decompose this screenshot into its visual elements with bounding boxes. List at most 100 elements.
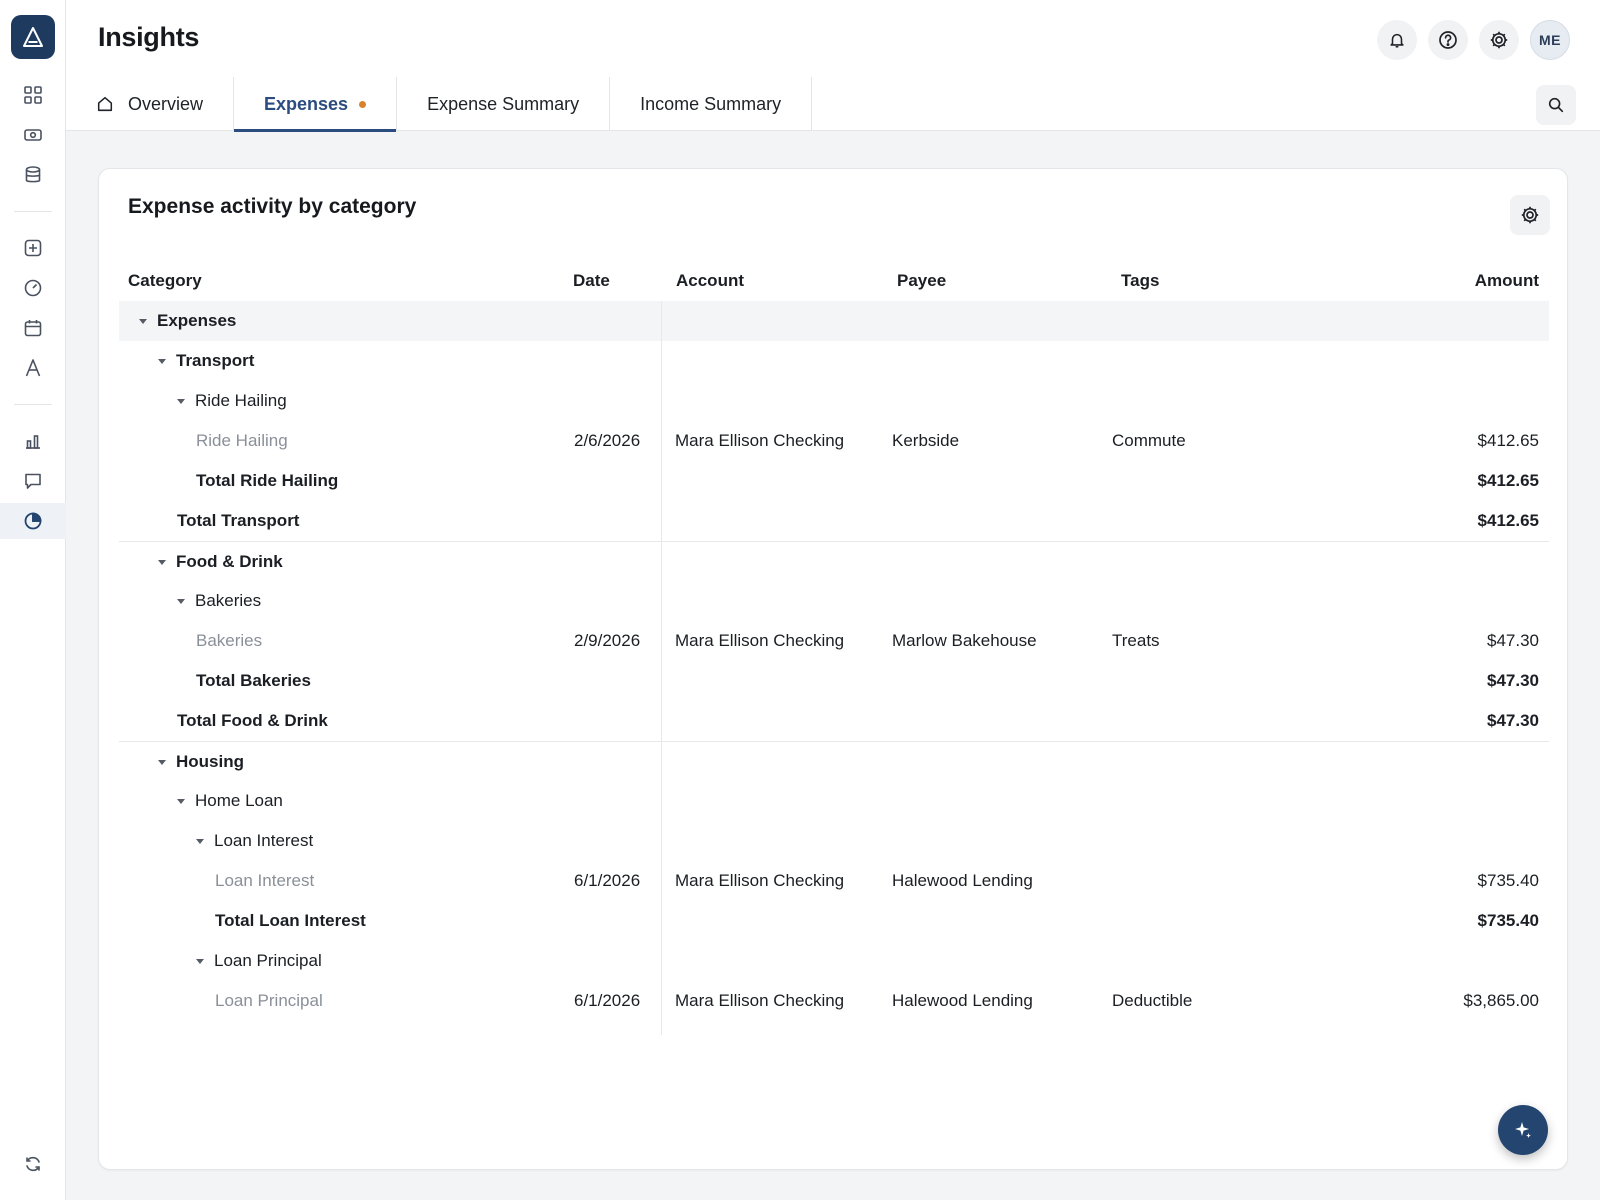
tags-cell: Treats [1112, 631, 1160, 650]
cash-icon[interactable] [0, 117, 66, 153]
search-icon[interactable] [1536, 85, 1576, 125]
pie-chart-icon[interactable] [0, 503, 66, 539]
tab-expense-summary[interactable]: Expense Summary [397, 77, 611, 131]
caret-down-icon[interactable] [196, 958, 204, 964]
calendar-icon[interactable] [0, 310, 66, 346]
table-row: Total Bakeries $47.30 [119, 661, 1549, 701]
table-row: Bakeries 2/9/2026 Mara Ellison Checking Mar… [119, 621, 1549, 661]
logo-a-icon[interactable] [11, 15, 55, 59]
category-label: Bakeries [196, 631, 263, 650]
report-settings-gear-icon[interactable] [1510, 195, 1550, 235]
tab-income-summary[interactable]: Income Summary [610, 77, 813, 131]
category-label: Transport [176, 351, 255, 370]
sync-icon[interactable] [0, 1146, 66, 1182]
column-header-payee[interactable]: Payee [897, 271, 946, 291]
top-header: Insights ME Overview Expenses Expense Su… [66, 0, 1600, 132]
category-label: Total Food & Drink [177, 711, 328, 730]
caret-down-icon[interactable] [158, 559, 166, 565]
sparkle-icon[interactable] [1498, 1105, 1548, 1155]
table-row[interactable]: Loan Interest [119, 821, 1549, 861]
caret-down-icon[interactable] [139, 318, 147, 324]
category-label: Total Loan Interest [215, 911, 366, 930]
table-row: Total Ride Hailing $412.65 [119, 461, 1549, 501]
category-cell: Loan Principal [215, 981, 323, 1021]
category-label: Bakeries [195, 591, 262, 610]
bell-icon[interactable] [1377, 20, 1417, 60]
category-cell: Expenses [139, 301, 236, 341]
tab-overview[interactable]: Overview [66, 77, 235, 131]
caret-down-icon[interactable] [158, 358, 166, 364]
report-title: Expense activity by category [128, 195, 417, 218]
payee-cell: Halewood Lending [892, 991, 1033, 1010]
amount-cell: $412.65 [1477, 471, 1539, 490]
help-icon[interactable] [1428, 20, 1468, 60]
amount-cell: $47.30 [1487, 711, 1539, 730]
table-row: Loan Principal 6/1/2026 Mara Ellison Check… [119, 981, 1549, 1021]
report-card: Expense activity by category Category Da… [98, 168, 1568, 1170]
database-icon[interactable] [0, 157, 66, 193]
letter-a-icon[interactable] [0, 350, 66, 386]
category-cell: Bakeries [196, 621, 262, 661]
caret-down-icon[interactable] [158, 759, 166, 765]
table-row[interactable]: Food & Drink [119, 541, 1549, 581]
unsaved-dot-icon [359, 100, 367, 108]
amount-cell: $47.30 [1487, 671, 1539, 690]
column-divider [661, 301, 662, 1035]
table-row[interactable]: Bakeries [119, 581, 1549, 621]
amount-cell: $735.40 [1477, 871, 1539, 890]
settings-gear-icon[interactable] [1479, 20, 1519, 60]
category-label: Loan Interest [215, 871, 315, 890]
category-label: Total Bakeries [196, 671, 311, 690]
category-cell: Ride Hailing [196, 421, 288, 461]
category-label: Total Transport [177, 511, 300, 530]
table-row[interactable]: Housing [119, 741, 1549, 781]
table-row: Total Transport $412.65 [119, 501, 1549, 541]
table-row[interactable]: Ride Hailing [119, 381, 1549, 421]
payee-cell: Halewood Lending [892, 871, 1033, 890]
category-cell: Total Ride Hailing [196, 461, 338, 501]
category-label: Home Loan [195, 791, 283, 810]
category-cell: Total Bakeries [196, 661, 311, 701]
grid-icon[interactable] [0, 77, 66, 113]
table-row: Ride Hailing 2/6/2026 Mara Ellison Checkin… [119, 421, 1549, 461]
caret-down-icon[interactable] [177, 598, 185, 604]
page-title: Insights [98, 22, 200, 52]
category-cell: Loan Interest [215, 861, 314, 901]
column-header-tags[interactable]: Tags [1121, 271, 1159, 291]
account-cell: Mara Ellison Checking [675, 631, 845, 650]
tab-label: Income Summary [640, 93, 782, 114]
column-header-category[interactable]: Category [128, 271, 202, 291]
date-cell: 2/9/2026 [574, 631, 641, 650]
caret-down-icon[interactable] [196, 838, 204, 844]
column-header-date[interactable]: Date [573, 271, 610, 291]
amount-cell: $412.65 [1477, 511, 1539, 530]
category-cell: Total Loan Interest [215, 901, 366, 941]
table-row[interactable]: Transport [119, 341, 1549, 381]
gauge-icon[interactable] [0, 270, 66, 306]
chat-icon[interactable] [0, 463, 66, 499]
account-cell: Mara Ellison Checking [675, 991, 845, 1010]
column-header-amount[interactable]: Amount [1475, 271, 1539, 291]
date-cell: 2/6/2026 [574, 431, 641, 450]
caret-down-icon[interactable] [177, 398, 185, 404]
category-label: Housing [176, 752, 244, 771]
tab-expenses[interactable]: Expenses [234, 77, 398, 132]
category-cell: Food & Drink [158, 542, 283, 582]
report-rows: Expenses Transport Ride Hailing Ride Hailin… [119, 301, 1549, 1021]
home-icon [96, 95, 114, 113]
amount-cell: $3,865.00 [1463, 991, 1539, 1010]
avatar[interactable]: ME [1530, 20, 1570, 60]
caret-down-icon[interactable] [177, 798, 185, 804]
table-row[interactable]: Loan Principal [119, 941, 1549, 981]
plus-square-icon[interactable] [0, 230, 66, 266]
tab-bar: Overview Expenses Expense Summary Income… [66, 77, 813, 132]
date-cell: 6/1/2026 [574, 871, 641, 890]
bar-chart-icon[interactable] [0, 423, 66, 459]
table-row[interactable]: Home Loan [119, 781, 1549, 821]
amount-cell: $412.65 [1477, 431, 1539, 450]
column-header-account[interactable]: Account [676, 271, 744, 291]
category-label: Ride Hailing [196, 431, 288, 450]
category-cell: Transport [158, 341, 254, 381]
tab-label: Expense Summary [427, 93, 580, 114]
table-row[interactable]: Expenses [119, 301, 1549, 341]
